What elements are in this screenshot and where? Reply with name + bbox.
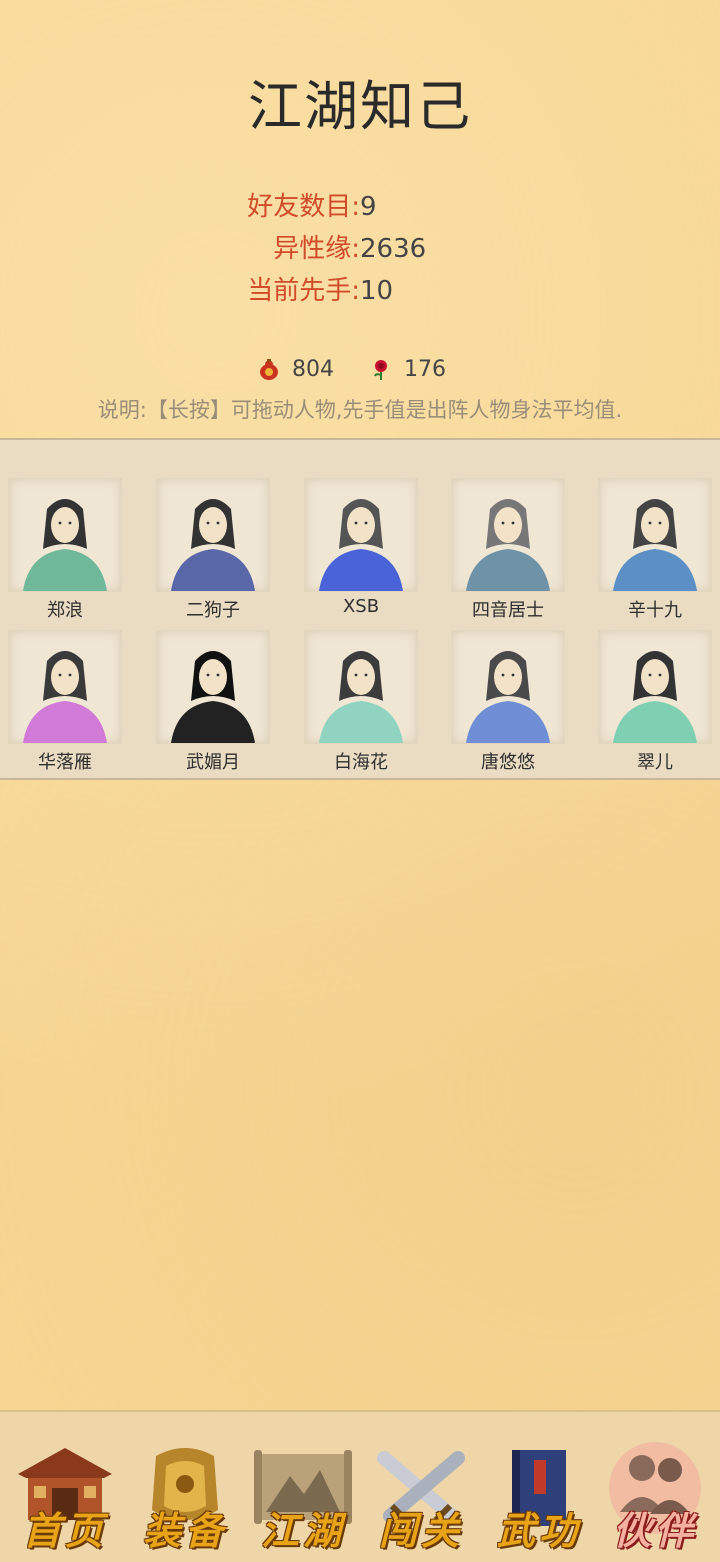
nav-label: 装备	[142, 1508, 227, 1553]
companion-card[interactable]: 辛十九	[598, 478, 712, 622]
nav-equipment[interactable]: 装备	[126, 1426, 244, 1553]
character-portrait-icon	[466, 499, 550, 591]
character-portrait-icon	[613, 499, 697, 591]
stat-initiative: 当前先手: 10	[0, 270, 720, 312]
stat-charm: 异性缘: 2636	[0, 228, 720, 270]
character-portrait-icon	[171, 651, 255, 743]
companion-name: 四音居士	[472, 600, 544, 621]
companion-name: XSB	[342, 596, 380, 617]
companion-name: 郑浪	[47, 600, 83, 621]
character-portrait-icon	[319, 651, 403, 743]
companion-card[interactable]: 二狗子	[156, 478, 270, 622]
character-portrait-icon	[23, 651, 107, 743]
nav-label: 武功	[496, 1508, 581, 1553]
companion-portrait	[156, 478, 270, 592]
rose-currency: 176	[370, 352, 446, 388]
companion-portrait	[8, 478, 122, 592]
gourd-currency: 804	[258, 352, 334, 388]
companion-name: 武媚月	[186, 752, 240, 773]
character-portrait-icon	[466, 651, 550, 743]
companion-portrait	[598, 630, 712, 744]
companion-card[interactable]: 华落雁	[8, 630, 122, 774]
stat-label: 异性缘:	[273, 234, 360, 264]
companion-portrait	[8, 630, 122, 744]
companion-portrait	[304, 478, 418, 592]
companion-card[interactable]: 四音居士	[451, 478, 565, 622]
companion-card[interactable]: 白海花	[304, 630, 418, 774]
companion-portrait	[156, 630, 270, 744]
stat-value: 2636	[360, 234, 427, 264]
companion-portrait	[451, 478, 565, 592]
companion-card[interactable]: 武媚月	[156, 630, 270, 774]
bottom-nav: 首页 装备 江湖 闯关 武功 伙伴	[0, 1410, 720, 1562]
character-portrait-icon	[319, 499, 403, 591]
gourd-icon	[260, 359, 278, 380]
stat-value: 10	[360, 276, 394, 306]
companion-name: 辛十九	[628, 600, 682, 621]
stat-label: 好友数目:	[247, 192, 360, 222]
stats-block: 好友数目: 9 异性缘: 2636 当前先手: 10	[0, 186, 720, 312]
nav-home[interactable]: 首页	[6, 1426, 124, 1553]
nav-companions[interactable]: 伙伴	[596, 1426, 714, 1553]
nav-challenge[interactable]: 闯关	[362, 1426, 480, 1553]
stat-friend-count: 好友数目: 9	[0, 186, 720, 228]
companion-grid: 郑浪 二狗子 XSB 四音居士 辛十九华落雁 武媚月 白海花 唐悠悠 翠儿	[0, 438, 720, 780]
stat-value: 9	[360, 192, 377, 222]
stat-label: 当前先手:	[247, 276, 360, 306]
companion-card[interactable]: 唐悠悠	[451, 630, 565, 774]
companion-name: 白海花	[334, 752, 388, 773]
companion-card[interactable]: 翠儿	[598, 630, 712, 774]
companion-name: 二狗子	[186, 600, 240, 621]
rose-icon	[374, 360, 387, 380]
character-portrait-icon	[613, 651, 697, 743]
companion-portrait	[598, 478, 712, 592]
instruction-note: 说明:【长按】可拖动人物,先手值是出阵人物身法平均值.	[97, 398, 623, 422]
nav-martial-arts[interactable]: 武功	[480, 1426, 598, 1553]
nav-label: 江湖	[260, 1508, 345, 1553]
companion-card[interactable]: 郑浪	[8, 478, 122, 622]
page-title: 江湖知己	[248, 75, 472, 138]
companion-name: 翠儿	[637, 752, 673, 773]
character-portrait-icon	[171, 499, 255, 591]
currency-bar: 804 176	[0, 352, 720, 388]
rose-value: 176	[404, 357, 446, 382]
companion-portrait	[304, 630, 418, 744]
nav-label: 首页	[22, 1508, 107, 1553]
companion-portrait	[451, 630, 565, 744]
character-portrait-icon	[23, 499, 107, 591]
companion-card[interactable]: XSB	[304, 478, 418, 622]
gourd-value: 804	[292, 357, 334, 382]
companion-name: 唐悠悠	[481, 752, 535, 773]
nav-jianghu[interactable]: 江湖	[244, 1426, 362, 1553]
nav-label: 伙伴	[612, 1508, 697, 1553]
companion-name: 华落雁	[38, 752, 92, 773]
nav-label: 闯关	[378, 1508, 463, 1553]
